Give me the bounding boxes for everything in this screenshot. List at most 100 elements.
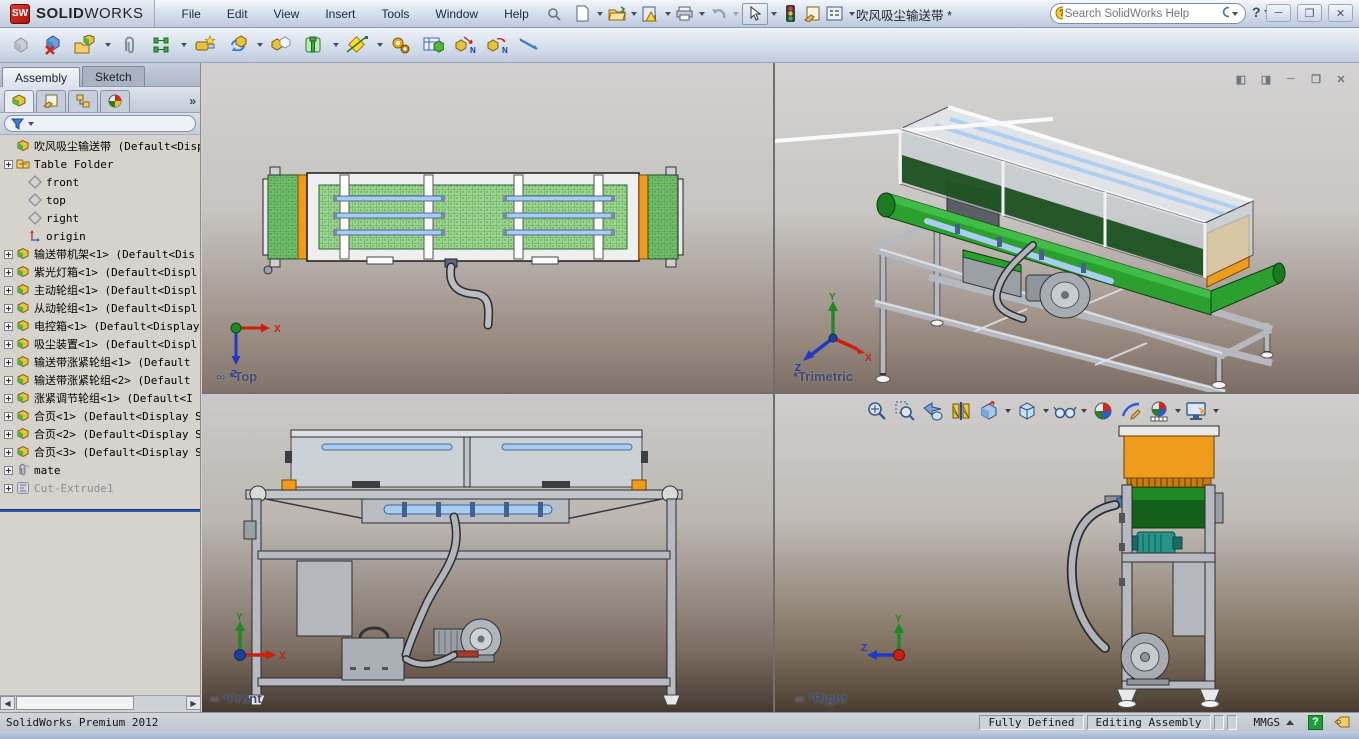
front-control-panel[interactable]: [297, 561, 352, 636]
apply-scene-icon[interactable]: [1119, 399, 1143, 423]
select-tool-button[interactable]: [742, 3, 768, 25]
zoom-to-area-icon[interactable]: [893, 399, 917, 423]
print-dropdown[interactable]: [699, 12, 705, 16]
rotate-component-dropdown[interactable]: [257, 43, 263, 47]
tree-item-cut-extrude[interactable]: Cut-Extrude1: [0, 479, 200, 497]
configuration-manager-tab[interactable]: [68, 90, 98, 112]
view-orientation-dropdown[interactable]: [1005, 409, 1011, 413]
viewport-trimetric[interactable]: Y X Z *Trimetric ◧ ◨ ─ ❐ ✕: [775, 63, 1359, 392]
smart-fasteners-icon[interactable]: [190, 30, 220, 60]
tree-item-hinge-3[interactable]: 合页<3> (Default<Display S: [0, 443, 200, 461]
insert-component-dropdown[interactable]: [105, 43, 111, 47]
section-view-icon[interactable]: [949, 399, 973, 423]
hide-show-items-dropdown[interactable]: [1081, 409, 1087, 413]
tab-sketch[interactable]: Sketch: [82, 66, 145, 86]
top-view-left-roller[interactable]: [263, 167, 307, 274]
options-dropdown[interactable]: [849, 12, 855, 16]
file-properties-button[interactable]: [802, 3, 824, 25]
hide-show-component-icon[interactable]: [38, 30, 68, 60]
expand-icon[interactable]: [4, 340, 13, 349]
tree-item-mates[interactable]: mate: [0, 461, 200, 479]
status-help-icon[interactable]: [1308, 715, 1323, 730]
expand-icon[interactable]: [4, 304, 13, 313]
expand-icon[interactable]: [4, 358, 13, 367]
display-style-icon[interactable]: [1015, 399, 1039, 423]
minimize-button[interactable]: ─: [1266, 4, 1291, 22]
rotate-component-icon[interactable]: [222, 30, 252, 60]
save-document-dropdown[interactable]: [665, 12, 671, 16]
new-document-button[interactable]: [572, 3, 594, 25]
tree-item-hinge-1[interactable]: 合页<1> (Default<Display S: [0, 407, 200, 425]
property-manager-tab[interactable]: [36, 90, 66, 112]
zoom-to-fit-icon[interactable]: [865, 399, 889, 423]
tree-filter-input[interactable]: [4, 115, 196, 132]
right-motor[interactable]: [1130, 532, 1182, 554]
screen-options-icon[interactable]: [1185, 399, 1209, 423]
measure-dimension-icon[interactable]: [514, 30, 544, 60]
previous-view-icon[interactable]: [921, 399, 945, 423]
help-search-box[interactable]: ?: [1050, 3, 1246, 24]
viewport-top[interactable]: X Z *Top: [202, 63, 774, 392]
tree-item-right[interactable]: right: [0, 209, 200, 227]
motion-gears-icon[interactable]: [386, 30, 416, 60]
feature-tree-tab[interactable]: [4, 90, 34, 112]
edit-appearance-icon[interactable]: [1091, 399, 1115, 423]
hide-show-items-icon[interactable]: [1053, 399, 1077, 423]
scroll-left-arrow[interactable]: ◀: [0, 696, 15, 710]
trimetric-blower[interactable]: [1026, 272, 1090, 318]
expand-icon[interactable]: [4, 376, 13, 385]
open-document-button[interactable]: [606, 3, 628, 25]
edit-component-icon[interactable]: [6, 30, 36, 60]
menu-help[interactable]: Help: [491, 0, 542, 27]
search-input[interactable]: [1063, 7, 1221, 21]
insert-component-icon[interactable]: [70, 30, 100, 60]
tree-item-drive-wheel[interactable]: 主动轮组<1> (Default<Displ: [0, 281, 200, 299]
tree-item-tension-wheel-1[interactable]: 输送带涨紧轮组<1> (Default: [0, 353, 200, 371]
tree-item-hinge-2[interactable]: 合页<2> (Default<Display S: [0, 425, 200, 443]
component-fastener-icon[interactable]: [298, 30, 328, 60]
screen-options-dropdown[interactable]: [1213, 409, 1219, 413]
rotate-with-triad-icon[interactable]: N: [482, 30, 512, 60]
save-document-button[interactable]: !: [640, 3, 662, 25]
tree-item-root[interactable]: 吹风吸尘输送带 (Default<Disp: [0, 137, 200, 155]
move-with-triad-icon[interactable]: N: [450, 30, 480, 60]
expand-icon[interactable]: [4, 268, 13, 277]
scroll-thumb[interactable]: [16, 696, 134, 710]
new-document-dropdown[interactable]: [597, 12, 603, 16]
tree-item-conveyor-frame[interactable]: 输送带机架<1> (Default<Dis: [0, 245, 200, 263]
search-dropdown[interactable]: [1232, 12, 1238, 16]
right-top-assembly[interactable]: [1119, 426, 1219, 528]
undo-button[interactable]: [708, 3, 730, 25]
tree-item-driven-wheel[interactable]: 从动轮组<1> (Default<Displ: [0, 299, 200, 317]
viewport-vertical-splitter[interactable]: [773, 63, 775, 712]
tree-item-tension-wheel-2[interactable]: 输送带涨紧轮组<2> (Default: [0, 371, 200, 389]
tree-item-front[interactable]: front: [0, 173, 200, 191]
design-table-icon[interactable]: [418, 30, 448, 60]
tree-horizontal-scrollbar[interactable]: ◀ ▶: [0, 695, 201, 710]
doc-restore-icon[interactable]: ❐: [1308, 72, 1324, 86]
component-fastener-dropdown[interactable]: [333, 43, 339, 47]
viewport-right[interactable]: Y Z *Right: [775, 393, 1359, 712]
tree-item-electric-box[interactable]: 电控箱<1> (Default<Display: [0, 317, 200, 335]
filter-dropdown[interactable]: [28, 122, 34, 126]
doc-close-icon[interactable]: ✕: [1333, 72, 1349, 86]
tree-item-dust-suction[interactable]: 吸尘装置<1> (Default<Displ: [0, 335, 200, 353]
pane-right-icon[interactable]: ◨: [1258, 72, 1274, 86]
expand-icon[interactable]: [4, 430, 13, 439]
expand-icon[interactable]: [4, 412, 13, 421]
view-settings-dropdown[interactable]: [1175, 409, 1181, 413]
menu-edit[interactable]: Edit: [214, 0, 261, 27]
chevrons-right-icon[interactable]: [189, 94, 196, 108]
expand-icon[interactable]: [4, 160, 13, 169]
mate-dropdown[interactable]: [181, 43, 187, 47]
menu-window[interactable]: Window: [422, 0, 491, 27]
units-selector[interactable]: MMGS: [1240, 716, 1309, 729]
select-tool-dropdown[interactable]: [771, 12, 777, 16]
search-magnifier-icon[interactable]: [1221, 6, 1229, 21]
print-button[interactable]: [674, 3, 696, 25]
scroll-right-arrow[interactable]: ▶: [186, 696, 201, 710]
front-suction-tray[interactable]: [362, 499, 569, 523]
options-button[interactable]: [824, 3, 846, 25]
tree-item-top[interactable]: top: [0, 191, 200, 209]
attachments-icon[interactable]: [114, 30, 144, 60]
